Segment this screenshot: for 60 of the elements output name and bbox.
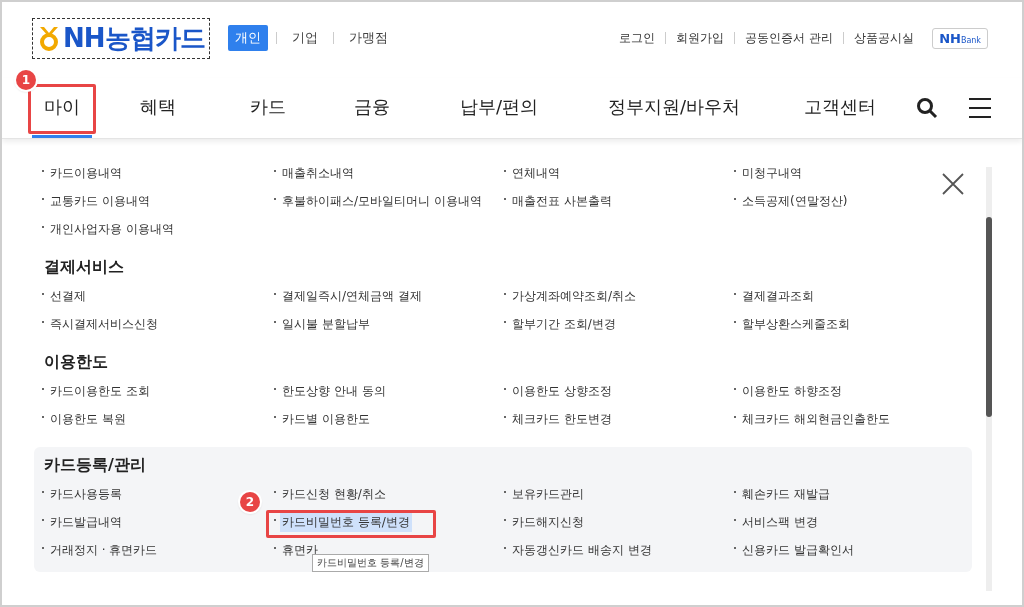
menu-link[interactable]: 보유카드관리	[510, 484, 586, 504]
nav-tab[interactable]: 카드	[238, 78, 298, 138]
header-link[interactable]: 상품공시실	[854, 29, 915, 47]
menu-link[interactable]: 할부상환스케줄조회	[740, 314, 852, 334]
menu-link[interactable]: 카드이용한도 조회	[48, 381, 152, 401]
highlight-frame	[28, 84, 96, 134]
menu-link[interactable]: 연체내역	[510, 163, 562, 183]
menu-link[interactable]: 서비스팩 변경	[740, 512, 820, 532]
menu-link[interactable]: 한도상향 안내 동의	[280, 381, 388, 401]
segment-tab[interactable]: 개인	[227, 25, 268, 51]
menu-link[interactable]: 자동갱신카드 배송지 변경	[510, 540, 654, 560]
menu-link[interactable]: 선결제	[48, 286, 88, 306]
menu-link[interactable]: 체크카드 해외현금인출한도	[740, 409, 892, 429]
menu-link[interactable]: 결제일즉시/연체금액 결제	[280, 286, 424, 306]
menu-link[interactable]: 소득공제(연말정산)	[740, 191, 850, 211]
menu-link[interactable]: 즉시결제서비스신청	[48, 314, 160, 334]
menu-link[interactable]: 할부기간 조회/변경	[510, 314, 618, 334]
menu-link[interactable]: 카드이용내역	[48, 163, 124, 183]
menu-link[interactable]: 훼손카드 재발급	[740, 484, 832, 504]
menu-link[interactable]: 카드사용등록	[48, 484, 124, 504]
menu-link[interactable]: 매출전표 사본출력	[510, 191, 614, 211]
nav-tab[interactable]: 납부/편의	[448, 78, 551, 138]
nav-tab[interactable]: 정부지원/바우처	[596, 78, 753, 138]
menu-link[interactable]: 개인사업자용 이용내역	[48, 219, 176, 239]
menu-link[interactable]: 카드해지신청	[510, 512, 586, 532]
nh-card-logo[interactable]: NH농협카드	[32, 17, 210, 59]
menu-link[interactable]: 결제결과조회	[740, 286, 816, 306]
menu-link[interactable]: 이용한도 하향조정	[740, 381, 844, 401]
menu-link[interactable]: 일시불 분할납부	[280, 314, 372, 334]
section-title: 카드등록/관리	[43, 455, 147, 476]
nh-bank-button[interactable]: NHBank	[932, 27, 988, 49]
menu-link[interactable]: 교통카드 이용내역	[48, 191, 152, 211]
menu-link[interactable]: 이용한도 복원	[48, 409, 128, 429]
menu-link[interactable]: 체크카드 한도변경	[510, 409, 614, 429]
menu-link[interactable]: 카드발급내역	[48, 512, 124, 532]
menu-icon[interactable]	[968, 97, 992, 119]
menu-link[interactable]: 매출취소내역	[280, 163, 356, 183]
step-badge: 1	[16, 70, 36, 90]
step-badge: 2	[240, 492, 260, 512]
header-link[interactable]: 회원가입	[676, 29, 725, 47]
menu-link[interactable]: 카드신청 현황/취소	[280, 484, 388, 504]
nav-tab[interactable]: 금융	[342, 78, 402, 138]
nav-tab[interactable]: 고객센터	[792, 78, 889, 138]
menu-link[interactable]: 후불하이패스/모바일티머니 이용내역	[280, 191, 484, 211]
scrollbar[interactable]	[986, 167, 992, 591]
section-title: 이용한도	[43, 352, 109, 373]
header-link[interactable]: 로그인	[619, 29, 656, 47]
menu-link[interactable]: 미청구내역	[740, 163, 804, 183]
menu-link[interactable]: 신용카드 발급확인서	[740, 540, 856, 560]
menu-link[interactable]: 가상계좌예약조회/취소	[510, 286, 639, 306]
search-icon[interactable]	[916, 97, 938, 119]
menu-link[interactable]: 카드별 이용한도	[280, 409, 372, 429]
segment-tab[interactable]: 기업	[284, 25, 325, 51]
header-link[interactable]: 공동인증서 관리	[745, 29, 834, 47]
nav-tab[interactable]: 혜택	[128, 78, 188, 138]
tooltip: 카드비밀번호 등록/변경	[312, 554, 429, 572]
menu-link[interactable]: 거래정지 · 휴면카드	[48, 540, 160, 560]
segment-tab[interactable]: 가맹점	[341, 25, 395, 51]
section-title: 결제서비스	[43, 257, 125, 278]
menu-link[interactable]: 이용한도 상향조정	[510, 381, 614, 401]
